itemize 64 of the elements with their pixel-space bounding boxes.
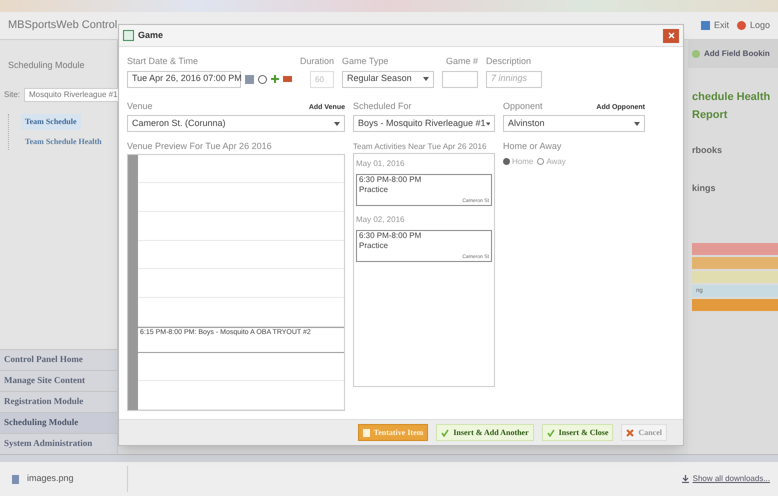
- checkmark-icon: [546, 428, 555, 436]
- minus-icon: [283, 76, 292, 82]
- close-icon: [668, 32, 674, 39]
- insert-button[interactable]: Insert & Close: [542, 424, 614, 441]
- dropdown-arrow-icon: [423, 77, 430, 81]
- header-link[interactable]: Logo: [736, 18, 770, 32]
- field-label: Game #: [446, 55, 478, 68]
- game-type-select[interactable]: Regular Season: [342, 70, 434, 88]
- field-label: Start Date & Time: [127, 55, 200, 68]
- field-label: Duration: [300, 55, 334, 68]
- download-icon: [682, 475, 689, 483]
- activity-date: May 01, 2016: [356, 158, 406, 170]
- field-label: Venue Preview For Tue Apr 26 2016: [127, 140, 273, 153]
- dropdown-arrow-icon: [334, 122, 340, 126]
- note-icon: [362, 428, 370, 436]
- field-label: Description: [486, 55, 532, 68]
- activity-name: Practice: [359, 241, 389, 251]
- venue-select[interactable]: Cameron St. (Corunna): [127, 115, 345, 132]
- nav-item[interactable]: Scheduling Module: [0, 412, 117, 433]
- field-label: Scheduled For: [353, 100, 413, 112]
- field-label: Home or Away: [503, 140, 562, 153]
- activity-time: 6:30 PM-8:00 PM: [359, 175, 422, 185]
- nav-item[interactable]: Registration Module: [0, 391, 117, 412]
- field-label: Opponent: [503, 100, 543, 113]
- insert-button[interactable]: Insert & Add Another: [436, 424, 534, 441]
- site-label: Site:: [4, 89, 20, 101]
- download-item[interactable]: images.png: [8, 466, 128, 492]
- radio-button[interactable]: [537, 158, 544, 165]
- field-label: Team Activities Near Tue Apr 26 2016: [353, 141, 488, 153]
- module-title: Scheduling Module: [8, 60, 85, 70]
- activity-time: 6:30 PM-8:00 PM: [359, 231, 422, 241]
- panel-heading: Report: [692, 108, 728, 123]
- radio-button[interactable]: [503, 158, 510, 165]
- panel-link[interactable]: rbooks: [692, 144, 778, 158]
- file-icon: [12, 474, 19, 484]
- field-label: Game Type: [342, 55, 390, 68]
- close-icon: [626, 428, 634, 436]
- panel-heading: chedule Health: [692, 90, 772, 105]
- start-date-field[interactable]: Tue Apr 26, 2016 07:00 PM: [127, 70, 241, 88]
- duration-field[interactable]: 60: [310, 70, 334, 88]
- nav-item[interactable]: Control Panel Home: [0, 349, 117, 370]
- close-button[interactable]: [663, 28, 679, 42]
- plus-icon: [271, 75, 279, 83]
- activity-name: Practice: [359, 185, 389, 195]
- field-label: Venue: [127, 100, 153, 112]
- dropdown-arrow-icon: [486, 122, 490, 126]
- game-number-field[interactable]: [442, 70, 478, 88]
- panel-link[interactable]: kings: [692, 182, 778, 195]
- app-title: MBSportsWeb Control: [8, 18, 118, 34]
- show-all-downloads-link[interactable]: Show all downloads...: [682, 473, 770, 485]
- cancel-button[interactable]: Cancel: [621, 424, 667, 441]
- nav-item[interactable]: Manage Site Content: [0, 370, 117, 391]
- dropdown-arrow-icon: [634, 122, 640, 126]
- activity-date: May 02, 2016: [356, 214, 406, 226]
- window-icon: [123, 30, 134, 41]
- checkmark-icon: [441, 428, 450, 436]
- tree-item[interactable]: Team Schedule: [21, 114, 80, 130]
- dialog-title: Game: [138, 28, 164, 42]
- header-link[interactable]: Exit: [700, 18, 729, 32]
- tree-item[interactable]: Team Schedule Health: [21, 134, 106, 150]
- opponent-select[interactable]: Alvinston: [503, 115, 645, 132]
- nav-item[interactable]: System Administration: [0, 433, 117, 454]
- scheduled-for-select[interactable]: Boys - Mosquito Riverleague #1: [353, 115, 495, 132]
- clock-icon: [258, 74, 267, 84]
